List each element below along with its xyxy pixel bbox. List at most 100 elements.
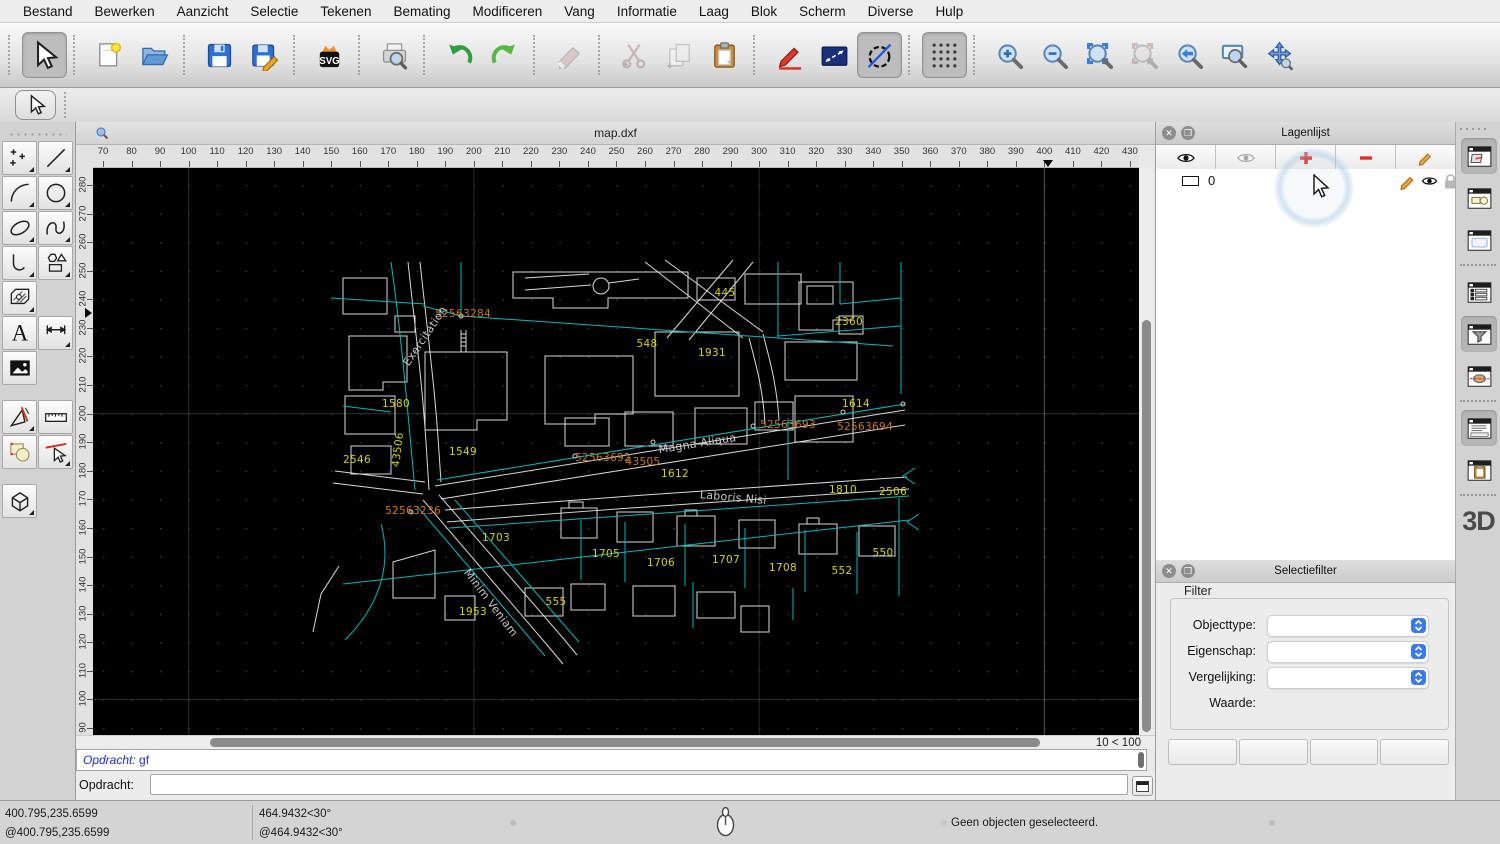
- remove-from-selection-button[interactable]: [1309, 739, 1379, 765]
- parcel-number-label: 548: [637, 338, 658, 350]
- vertical-scrollbar-thumb[interactable]: [1141, 320, 1151, 732]
- command-input[interactable]: [150, 774, 1128, 795]
- layer-row[interactable]: 0: [1156, 169, 1456, 193]
- filter-field-select[interactable]: [1267, 667, 1429, 689]
- layer-panel-header: ✕ ❐ Lagenlijst: [1156, 122, 1455, 145]
- paste-icon: [709, 40, 740, 71]
- command-options-window-button[interactable]: [1461, 358, 1497, 394]
- undo-button[interactable]: [437, 32, 482, 78]
- dimension-tool-tool-button[interactable]: [38, 315, 73, 350]
- filter-field-select[interactable]: [1267, 615, 1429, 637]
- add-to-selection-button[interactable]: [1238, 739, 1308, 765]
- menu-item-bestand[interactable]: Bestand: [12, 0, 84, 23]
- paste-button[interactable]: [702, 32, 747, 78]
- snap-edit-tool-button[interactable]: [38, 434, 73, 469]
- h-ruler-label: 300: [751, 146, 768, 157]
- status-bar: 400.795,235.6599 @400.795,235.6599 464.9…: [0, 800, 1500, 844]
- canvas-horizontal-scrollbar[interactable]: 10 < 100: [76, 735, 1155, 749]
- cube-tool-button[interactable]: [2, 483, 37, 518]
- cad-canvas[interactable]: 445 2360 548 1931 52563284 1614 1580 2546 1549 52…: [93, 168, 1139, 735]
- measure-tool-button[interactable]: [38, 399, 73, 434]
- polyline-tool-button[interactable]: [2, 245, 37, 280]
- hatch-tool-button[interactable]: [2, 280, 37, 315]
- h-ruler-label: 90: [154, 146, 166, 157]
- 3d-dock-label[interactable]: 3D: [1456, 506, 1500, 537]
- layer-list: 0: [1156, 169, 1456, 560]
- pan-button[interactable]: [1257, 32, 1302, 78]
- text-tool-button[interactable]: A: [2, 315, 37, 350]
- menu-item-informatie[interactable]: Informatie: [606, 0, 688, 23]
- eraser-button: [547, 32, 592, 78]
- dimension-button[interactable]: [812, 32, 857, 78]
- selection-filter-window-button[interactable]: [1461, 316, 1497, 352]
- palette-drag-handle[interactable]: [8, 128, 67, 136]
- zoom-auto-button[interactable]: [1077, 32, 1122, 78]
- clipboard-window-button[interactable]: [1461, 452, 1497, 488]
- spline-tool-button[interactable]: [38, 210, 73, 245]
- command-line-window-button[interactable]: [1461, 410, 1497, 446]
- boolean-tool-button[interactable]: [2, 434, 37, 469]
- polygon-tool-button[interactable]: [38, 245, 73, 280]
- document-titlebar[interactable]: map.dxf: [76, 122, 1155, 145]
- line-tool-button[interactable]: [38, 140, 73, 175]
- h-ruler-label: 350: [893, 146, 910, 157]
- save-as-button[interactable]: [242, 32, 287, 78]
- menu-item-scherm[interactable]: Scherm: [788, 0, 857, 23]
- menu-item-blok[interactable]: Blok: [740, 0, 788, 23]
- zoom-out-button[interactable]: [1032, 32, 1077, 78]
- canvas-vertical-scrollbar[interactable]: [1139, 168, 1153, 735]
- point-tool-button[interactable]: [2, 140, 37, 175]
- svg-export-button[interactable]: SVG: [307, 32, 352, 78]
- menu-item-selectie[interactable]: Selectie: [239, 0, 309, 23]
- selection-pointer-option-button[interactable]: [15, 90, 56, 120]
- circle-tool-button[interactable]: [38, 175, 73, 210]
- layer-color-swatch[interactable]: [1182, 176, 1199, 186]
- selection-pointer-button[interactable]: [22, 32, 67, 78]
- image-tool-button[interactable]: [2, 350, 37, 385]
- library-browser-window-button[interactable]: [1461, 222, 1497, 258]
- menu-item-aanzicht[interactable]: Aanzicht: [166, 0, 240, 23]
- zoom-selection-button: [1122, 32, 1167, 78]
- print-preview-button[interactable]: [372, 32, 417, 78]
- dock-drag-handle[interactable]: [1458, 126, 1488, 132]
- menu-item-tekenen[interactable]: Tekenen: [309, 0, 382, 23]
- command-history[interactable]: Opdracht: gf: [76, 749, 1147, 771]
- filter-field-select[interactable]: [1267, 641, 1429, 663]
- horizontal-scrollbar-thumb[interactable]: [210, 738, 1040, 747]
- edit-layer-icon[interactable]: [1399, 173, 1416, 191]
- menu-item-bemating[interactable]: Bemating: [382, 0, 461, 23]
- toolbar-drag-handle[interactable]: [8, 35, 18, 75]
- menu-item-vang[interactable]: Vang: [553, 0, 606, 23]
- zoom-in-button[interactable]: [987, 32, 1032, 78]
- zoom-previous-button[interactable]: [1167, 32, 1212, 78]
- grid-toggle-button[interactable]: [922, 32, 967, 78]
- add-layer-button[interactable]: [1276, 145, 1336, 170]
- select-matching-button[interactable]: [1168, 739, 1237, 765]
- remove-layer-button[interactable]: [1336, 145, 1396, 170]
- property-editor-window-button[interactable]: [1461, 274, 1497, 310]
- menu-item-bewerken[interactable]: Bewerken: [84, 0, 166, 23]
- menu-item-modificeren[interactable]: Modificeren: [462, 0, 554, 23]
- layer-visibility-icon[interactable]: [1421, 173, 1438, 189]
- menu-item-hulp[interactable]: Hulp: [924, 0, 974, 23]
- block-list-window-button[interactable]: [1461, 180, 1497, 216]
- toolbar-drag-handle[interactable]: [64, 92, 72, 118]
- open-file-button[interactable]: [132, 32, 177, 78]
- snap-circle-button[interactable]: [857, 32, 902, 78]
- draw-pencil-button[interactable]: [767, 32, 812, 78]
- intersect-selection-button[interactable]: [1380, 739, 1449, 765]
- drafting-tool-button[interactable]: [2, 399, 37, 434]
- menu-item-diverse[interactable]: Diverse: [857, 0, 925, 23]
- zoom-window-button[interactable]: [1212, 32, 1257, 78]
- layer-list-window-button[interactable]: [1461, 138, 1497, 174]
- history-scrollbar-thumb[interactable]: [1138, 752, 1144, 768]
- save-button[interactable]: [197, 32, 242, 78]
- command-options-button[interactable]: [1132, 776, 1153, 796]
- ellipse-tool-button[interactable]: [2, 210, 37, 245]
- menu-item-laag[interactable]: Laag: [688, 0, 740, 23]
- arc-tool-button[interactable]: [2, 175, 37, 210]
- show-all-layers-button[interactable]: [1156, 145, 1216, 170]
- new-file-button[interactable]: [87, 32, 132, 78]
- redo-button[interactable]: [482, 32, 527, 78]
- edit-layer-button[interactable]: [1396, 145, 1455, 170]
